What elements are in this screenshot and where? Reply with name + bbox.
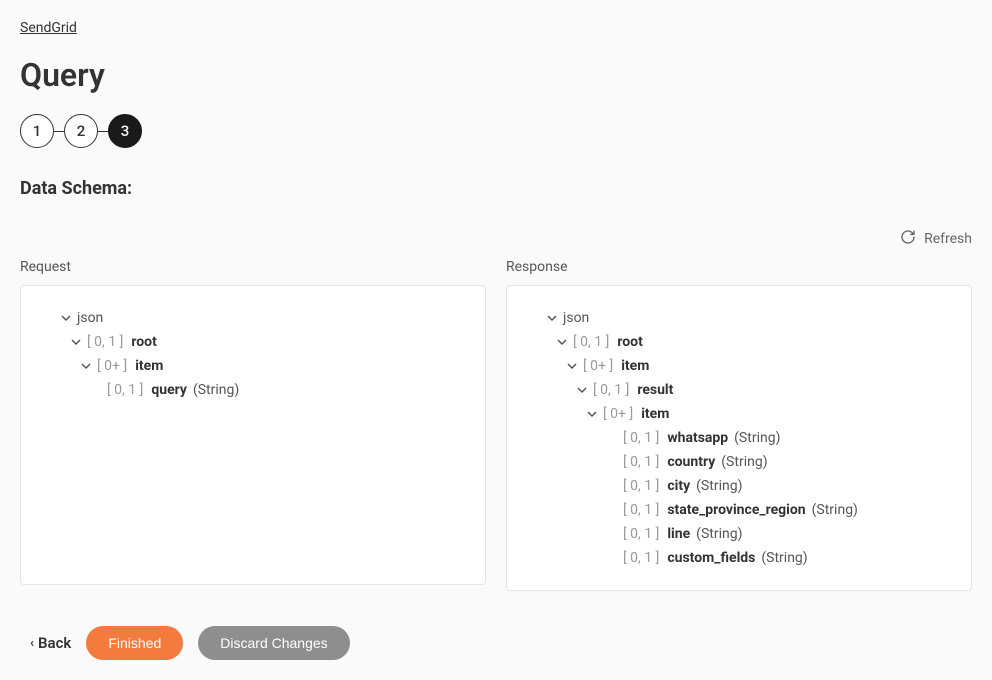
request-panel-label: Request bbox=[20, 259, 486, 275]
step-1[interactable]: 1 bbox=[20, 114, 54, 148]
tree-root-row[interactable]: json bbox=[527, 306, 951, 330]
tree-row[interactable]: [ 0, 1 ] result bbox=[527, 378, 951, 402]
back-label: Back bbox=[38, 634, 71, 652]
field-name: result bbox=[637, 382, 673, 398]
cardinality-label: [ 0, 1 ] bbox=[623, 430, 659, 446]
cardinality-label: [ 0+ ] bbox=[97, 358, 127, 374]
back-button[interactable]: ‹ Back bbox=[30, 634, 71, 652]
field-name: custom_fields bbox=[667, 550, 755, 566]
chevron-down-icon bbox=[577, 385, 587, 395]
breadcrumb-link[interactable]: SendGrid bbox=[20, 20, 77, 36]
request-panel: json [ 0, 1 ] root[ 0+ ] item [ 0, 1 ] query… bbox=[20, 285, 486, 585]
cardinality-label: [ 0, 1 ] bbox=[623, 526, 659, 542]
tree-row: [ 0, 1 ] whatsapp (String) bbox=[527, 426, 951, 450]
stepper: 1 2 3 bbox=[20, 114, 972, 148]
tree-row: [ 0, 1 ] city (String) bbox=[527, 474, 951, 498]
refresh-label: Refresh bbox=[924, 231, 972, 247]
field-type: (String) bbox=[734, 430, 780, 446]
chevron-down-icon bbox=[71, 337, 81, 347]
chevron-left-icon: ‹ bbox=[30, 636, 34, 651]
cardinality-label: [ 0, 1 ] bbox=[87, 334, 123, 350]
cardinality-label: [ 0+ ] bbox=[603, 406, 633, 422]
chevron-down-icon bbox=[81, 361, 91, 371]
cardinality-label: [ 0, 1 ] bbox=[623, 502, 659, 518]
response-panel-label: Response bbox=[506, 259, 972, 275]
chevron-down-icon bbox=[61, 313, 71, 323]
field-name: item bbox=[641, 406, 669, 422]
field-name: country bbox=[667, 454, 715, 470]
field-name: line bbox=[667, 526, 690, 542]
field-name: state_province_region bbox=[667, 502, 805, 518]
cardinality-label: [ 0, 1 ] bbox=[573, 334, 609, 350]
tree-row[interactable]: [ 0, 1 ] root bbox=[41, 330, 465, 354]
finished-button[interactable]: Finished bbox=[86, 626, 183, 660]
chevron-down-icon bbox=[557, 337, 567, 347]
cardinality-label: [ 0, 1 ] bbox=[623, 454, 659, 470]
tree-row: [ 0, 1 ] query (String) bbox=[41, 378, 465, 402]
chevron-down-icon bbox=[547, 313, 557, 323]
step-connector bbox=[98, 131, 108, 132]
tree-row: [ 0, 1 ] line (String) bbox=[527, 522, 951, 546]
chevron-down-icon bbox=[567, 361, 577, 371]
tree-row[interactable]: [ 0+ ] item bbox=[41, 354, 465, 378]
cardinality-label: [ 0+ ] bbox=[583, 358, 613, 374]
field-name: city bbox=[667, 478, 690, 494]
cardinality-label: [ 0, 1 ] bbox=[623, 478, 659, 494]
cardinality-label: [ 0, 1 ] bbox=[623, 550, 659, 566]
cardinality-label: [ 0, 1 ] bbox=[593, 382, 629, 398]
tree-row: [ 0, 1 ] country (String) bbox=[527, 450, 951, 474]
tree-row: [ 0, 1 ] state_province_region (String) bbox=[527, 498, 951, 522]
cardinality-label: [ 0, 1 ] bbox=[107, 382, 143, 398]
step-2[interactable]: 2 bbox=[64, 114, 98, 148]
field-name: whatsapp bbox=[667, 430, 728, 446]
refresh-icon bbox=[900, 229, 916, 249]
field-name: item bbox=[621, 358, 649, 374]
chevron-down-icon bbox=[587, 409, 597, 419]
field-type: (String) bbox=[721, 454, 767, 470]
field-name: root bbox=[131, 334, 156, 350]
refresh-button[interactable]: Refresh bbox=[900, 229, 972, 249]
field-type: (String) bbox=[696, 478, 742, 494]
field-name: root bbox=[617, 334, 642, 350]
field-type: (String) bbox=[193, 382, 239, 398]
field-name: item bbox=[135, 358, 163, 374]
tree-root-row[interactable]: json bbox=[41, 306, 465, 330]
field-type: (String) bbox=[761, 550, 807, 566]
tree-format-label: json bbox=[77, 310, 103, 326]
discard-button[interactable]: Discard Changes bbox=[198, 626, 349, 660]
tree-row[interactable]: [ 0+ ] item bbox=[527, 402, 951, 426]
tree-format-label: json bbox=[563, 310, 589, 326]
field-name: query bbox=[151, 382, 187, 398]
field-type: (String) bbox=[696, 526, 742, 542]
response-panel: json [ 0, 1 ]root[ 0+ ]item[ 0, 1 ]resul… bbox=[506, 285, 972, 591]
tree-row: [ 0, 1 ] custom_fields (String) bbox=[527, 546, 951, 570]
page-title: Query bbox=[20, 56, 972, 94]
section-title: Data Schema: bbox=[20, 178, 972, 199]
step-3[interactable]: 3 bbox=[108, 114, 142, 148]
step-connector bbox=[54, 131, 64, 132]
field-type: (String) bbox=[812, 502, 858, 518]
tree-row[interactable]: [ 0+ ] item bbox=[527, 354, 951, 378]
tree-row[interactable]: [ 0, 1 ] root bbox=[527, 330, 951, 354]
